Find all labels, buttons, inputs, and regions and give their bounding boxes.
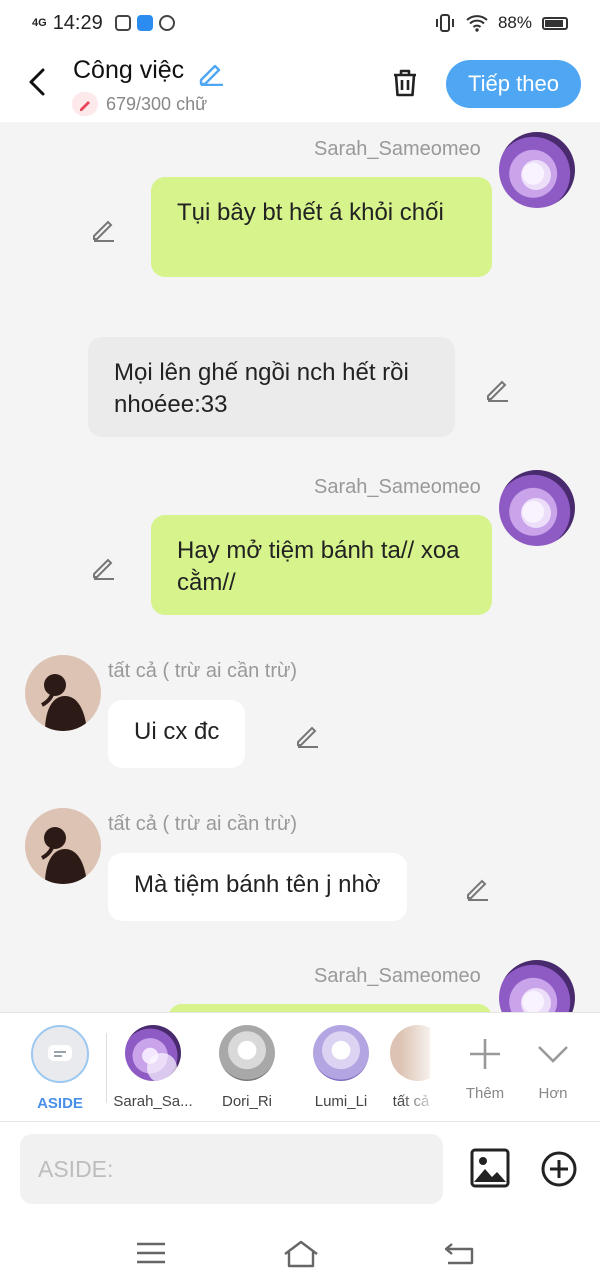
edit-title-icon[interactable] xyxy=(196,58,226,86)
message-sender: tất cả ( trừ ai cần trừ) xyxy=(108,813,298,835)
participant-label: Lumi_Li xyxy=(314,1093,368,1110)
page-title: Công việc xyxy=(73,56,185,84)
aside-chat-icon xyxy=(31,1025,89,1083)
more-label: Hơn xyxy=(538,1085,568,1102)
add-participant-button[interactable]: Thêm xyxy=(464,1033,506,1102)
avatar xyxy=(313,1025,369,1081)
zalo-notification-icon xyxy=(114,15,131,31)
scroll-fade xyxy=(400,1013,440,1121)
clock: 14:29 xyxy=(52,11,103,34)
trash-icon[interactable] xyxy=(388,66,422,100)
status-bar: 4G 14:29 88% xyxy=(0,0,600,46)
divider xyxy=(106,1033,107,1103)
avatar xyxy=(125,1025,181,1081)
participant-dori[interactable]: Dori_Ri xyxy=(204,1025,290,1110)
chat-area[interactable]: Sarah_Sameomeo Tụi bây bt hết á khỏi chố… xyxy=(0,122,600,1012)
avatar xyxy=(219,1025,275,1081)
edit-message-icon[interactable] xyxy=(90,552,118,580)
pencil-icon xyxy=(72,92,98,116)
message-bubble[interactable]: Tụi bây bt hết á khỏi chối xyxy=(151,177,492,277)
participant-label: ASIDE xyxy=(37,1095,83,1112)
message-input[interactable] xyxy=(20,1134,443,1204)
message-bubble[interactable]: Ui cx đc xyxy=(108,700,246,768)
more-button[interactable]: Hơn xyxy=(534,1033,572,1102)
participant-label: Sarah_Sa... xyxy=(113,1093,193,1110)
battery-percent: 88% xyxy=(497,13,532,32)
add-attachment-icon[interactable] xyxy=(540,1150,578,1188)
add-label: Thêm xyxy=(465,1085,505,1102)
participant-aside[interactable]: ASIDE xyxy=(17,1025,103,1112)
avatar[interactable] xyxy=(25,655,101,731)
plus-icon xyxy=(470,1039,500,1069)
message-sender: Sarah_Sameomeo xyxy=(314,965,481,987)
message-sender: Sarah_Sameomeo xyxy=(314,138,481,160)
status-right: 88% xyxy=(434,13,568,33)
avatar[interactable] xyxy=(499,960,575,1012)
back-arrow-icon[interactable] xyxy=(26,66,50,98)
app-notification-icon xyxy=(136,15,153,31)
back-nav-icon[interactable] xyxy=(442,1238,476,1268)
composer-bar xyxy=(0,1122,600,1220)
menu-icon[interactable] xyxy=(134,1238,168,1268)
message-bubble[interactable] xyxy=(168,1004,492,1012)
edit-message-icon[interactable] xyxy=(294,720,322,748)
edit-message-icon[interactable] xyxy=(484,374,512,402)
next-button[interactable]: Tiếp theo xyxy=(446,60,581,108)
message-bubble[interactable]: Hay mở tiệm bánh ta// xoa cằm// xyxy=(151,515,492,615)
message-bubble[interactable]: Mà tiệm bánh tên j nhờ xyxy=(108,853,407,921)
app-root: 4G 14:29 88% Công việc 679/300 chữ Tiếp … xyxy=(0,0,600,1287)
message-sender: Sarah_Sameomeo xyxy=(314,476,481,498)
edit-message-icon[interactable] xyxy=(90,214,118,242)
image-icon[interactable] xyxy=(470,1148,510,1188)
vibrate-icon xyxy=(435,14,454,32)
avatar[interactable] xyxy=(25,808,101,884)
wifi-icon xyxy=(466,15,488,32)
sync-notification-icon xyxy=(158,15,175,31)
top-header: Công việc 679/300 chữ Tiếp theo xyxy=(0,46,600,122)
avatar[interactable] xyxy=(499,470,575,546)
battery-icon xyxy=(542,16,568,30)
avatar[interactable] xyxy=(499,132,575,208)
home-icon[interactable] xyxy=(282,1238,320,1268)
word-count: 679/300 chữ xyxy=(72,92,207,116)
message-bubble[interactable]: Mọi lên ghế ngồi nch hết rồi nhoéee:33 xyxy=(88,337,455,437)
message-sender: tất cả ( trừ ai cần trừ) xyxy=(108,660,298,682)
network-indicator: 4G xyxy=(32,17,47,29)
edit-message-icon[interactable] xyxy=(464,873,492,901)
participant-bar: ASIDE Sarah_Sa... Dori_Ri Lumi_Li tất cả… xyxy=(0,1012,600,1122)
system-nav-bar xyxy=(0,1220,600,1287)
word-count-text: 679/300 chữ xyxy=(106,93,208,114)
participant-sarah[interactable]: Sarah_Sa... xyxy=(110,1025,196,1110)
chevron-down-icon xyxy=(538,1046,568,1063)
participant-label: Dori_Ri xyxy=(221,1093,272,1110)
